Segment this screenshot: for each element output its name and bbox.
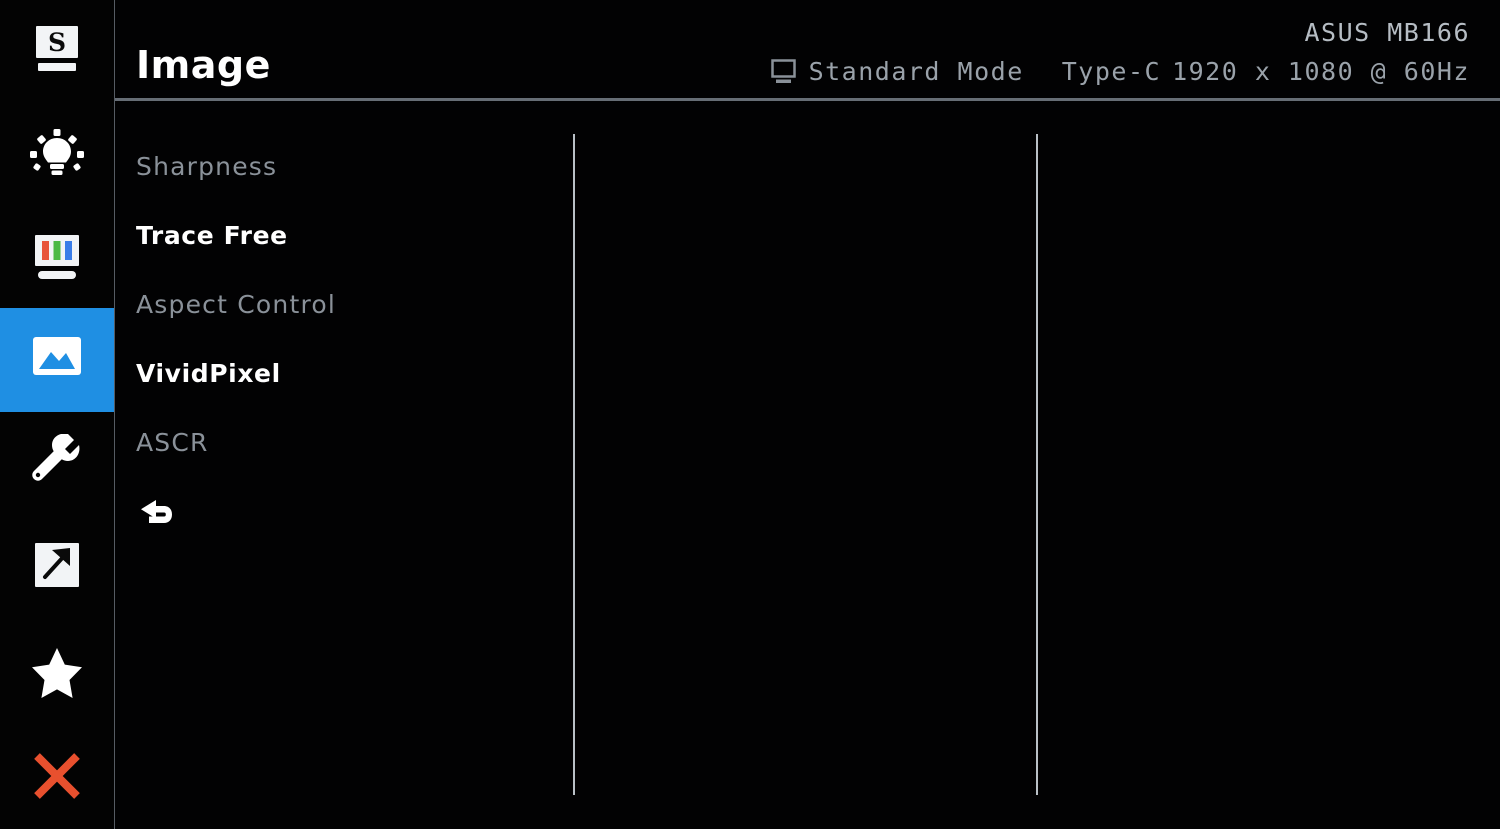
menu-list: Sharpness Trace Free Aspect Control Vivi… bbox=[136, 132, 556, 546]
menu-item-ascr[interactable]: ASCR bbox=[136, 408, 556, 477]
menu-item-back[interactable] bbox=[136, 477, 556, 546]
star-icon bbox=[28, 644, 86, 704]
sidebar: S bbox=[0, 0, 115, 829]
menu-item-label: VividPixel bbox=[136, 359, 281, 388]
close-x-icon bbox=[28, 747, 86, 809]
sidebar-item-exit[interactable] bbox=[0, 726, 114, 829]
osd-header: Image ASUS MB166 Standard Mode Type-C 19… bbox=[115, 0, 1500, 101]
menu-item-label: Sharpness bbox=[136, 152, 278, 181]
sidebar-item-shortcut[interactable] bbox=[0, 622, 114, 726]
lightbulb-icon bbox=[28, 126, 86, 186]
monitor-icon bbox=[770, 58, 798, 85]
page-title: Image bbox=[136, 43, 271, 87]
menu-item-trace-free[interactable]: Trace Free bbox=[136, 201, 556, 270]
menu-item-vividpixel[interactable]: VividPixel bbox=[136, 339, 556, 408]
sidebar-item-blue-light-filter[interactable] bbox=[0, 104, 114, 208]
picture-icon bbox=[28, 332, 86, 388]
color-bars-icon bbox=[28, 230, 86, 290]
column-divider-left bbox=[573, 134, 575, 795]
menu-item-label: Aspect Control bbox=[136, 290, 337, 319]
sidebar-item-color[interactable] bbox=[0, 208, 114, 312]
svg-text:S: S bbox=[48, 28, 66, 57]
menu-item-label: Trace Free bbox=[136, 221, 288, 250]
menu-item-aspect-control[interactable]: Aspect Control bbox=[136, 270, 556, 339]
input-source-label: Type-C bbox=[1061, 57, 1162, 86]
header-status: ASUS MB166 Standard Mode Type-C 1920 x 1… bbox=[770, 16, 1470, 88]
wrench-icon bbox=[28, 433, 86, 494]
osd-menu-root: S Image ASUS MB166 Standard Mode Type-C … bbox=[0, 0, 1500, 829]
sidebar-item-splendid[interactable]: S bbox=[0, 0, 114, 104]
resolution-label: 1920 x 1080 @ 60Hz bbox=[1172, 57, 1470, 86]
preset-mode-label: Standard Mode bbox=[808, 57, 1024, 86]
column-divider-right bbox=[1036, 134, 1038, 795]
sidebar-item-system-setup[interactable] bbox=[0, 412, 114, 516]
arrow-up-right-icon bbox=[29, 539, 85, 597]
menu-item-sharpness[interactable]: Sharpness bbox=[136, 132, 556, 201]
model-name: ASUS MB166 bbox=[1304, 18, 1470, 47]
back-arrow-icon bbox=[136, 492, 180, 532]
monitor-s-icon: S bbox=[28, 22, 86, 82]
sidebar-item-input-select[interactable] bbox=[0, 516, 114, 620]
sidebar-item-image[interactable] bbox=[0, 308, 114, 412]
menu-item-label: ASCR bbox=[136, 428, 209, 457]
status-line: Standard Mode Type-C 1920 x 1080 @ 60Hz bbox=[770, 55, 1470, 88]
